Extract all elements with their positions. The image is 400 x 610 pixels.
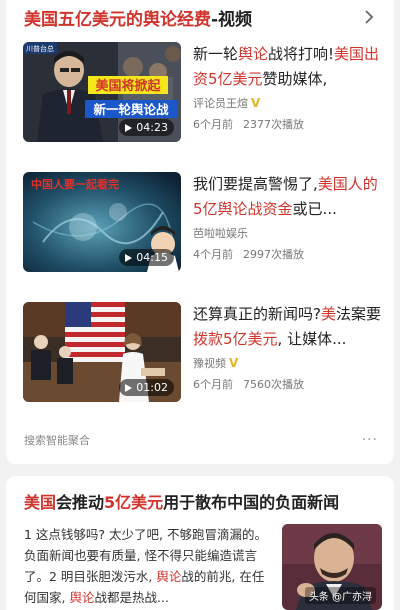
highlight-text: 舆论 bbox=[156, 569, 182, 584]
text-segment: 战都是热战... bbox=[94, 590, 169, 605]
play-icon bbox=[125, 383, 133, 392]
thumb-caption-1: 中国人要一起看完 bbox=[31, 177, 119, 191]
video-title[interactable]: 我们要提高警惕了,美国人的5亿舆论战资金或已... bbox=[193, 172, 385, 222]
video-thumbnail[interactable]: 01:02 bbox=[23, 302, 181, 402]
card-footer: 搜索智能聚合 ··· bbox=[24, 430, 378, 450]
play-count: 2997次播放 bbox=[243, 248, 304, 261]
duration-badge: 04:15 bbox=[119, 249, 174, 266]
duration-badge: 04:23 bbox=[119, 119, 174, 136]
text-segment: 还算真正的新闻吗? bbox=[193, 305, 321, 323]
article-card[interactable]: 美国会推动5亿美元用于散布中国的负面新闻 1 这点钱够吗? 太少了吧, 不够跑冒… bbox=[6, 476, 394, 610]
author-name: 评论员王煊 bbox=[193, 97, 248, 110]
video-author[interactable]: 评论员王煊 V bbox=[193, 95, 260, 111]
card-title: 美国五亿美元的舆论经费-视频 bbox=[24, 5, 252, 30]
text-segment: 用于散布中国的负面新闻 bbox=[163, 493, 340, 512]
time-ago: 4个月前 bbox=[193, 248, 233, 261]
time-ago: 6个月前 bbox=[193, 378, 233, 391]
text-segment: 赞助媒体, bbox=[262, 70, 328, 88]
text-segment: , 让媒体... bbox=[277, 330, 347, 348]
article-thumbnail[interactable]: 头条 @广亦浔 bbox=[282, 524, 382, 610]
thumb-caption-1: 美国将掀起 bbox=[95, 78, 161, 94]
highlight-text: 美国 bbox=[24, 493, 57, 512]
video-meta: 6个月前 2377次播放 bbox=[193, 116, 304, 132]
article-title[interactable]: 美国会推动5亿美元用于散布中国的负面新闻 bbox=[24, 489, 339, 513]
duration-text: 01:02 bbox=[136, 381, 168, 394]
video-item-3[interactable]: 01:02 还算真正的新闻吗?美法案要拨款5亿美元, 让媒体... 豫视频 V … bbox=[23, 302, 385, 402]
card-header[interactable]: 美国五亿美元的舆论经费-视频 bbox=[24, 4, 378, 30]
video-author[interactable]: 豫视频 V bbox=[193, 355, 238, 371]
text-segment: 战将打响! bbox=[268, 45, 335, 63]
video-thumbnail[interactable]: 中国人要一起看完 04:15 bbox=[23, 172, 181, 272]
text-segment: 或已... bbox=[292, 200, 337, 218]
card-title-highlight: 美国五亿美元的舆论经费 bbox=[24, 9, 211, 30]
play-icon bbox=[125, 123, 133, 132]
author-name: 芭啦啦娱乐 bbox=[193, 227, 248, 240]
aggregation-label: 搜索智能聚合 bbox=[24, 434, 90, 447]
play-count: 2377次播放 bbox=[243, 118, 304, 131]
author-name: 豫视频 bbox=[193, 357, 226, 370]
text-segment: 会推动 bbox=[56, 493, 105, 512]
thumb-caption-2: 新一轮舆论战 bbox=[93, 102, 169, 117]
verified-badge-icon: V bbox=[229, 356, 239, 370]
highlight-text: 舆论 bbox=[69, 590, 95, 605]
video-thumbnail[interactable]: 川普台总 美国将掀起 新一轮舆论战 04:23 bbox=[23, 42, 181, 142]
duration-text: 04:23 bbox=[136, 121, 168, 134]
text-segment: 我们要提高警惕了, bbox=[193, 175, 318, 193]
video-item-1[interactable]: 川普台总 美国将掀起 新一轮舆论战 04:23 新一轮舆论战将打响!美国出资5亿… bbox=[23, 42, 385, 142]
flag-graphic bbox=[65, 302, 125, 362]
verified-badge-icon: V bbox=[251, 96, 261, 110]
chevron-right-icon[interactable] bbox=[360, 7, 378, 27]
play-icon bbox=[125, 253, 133, 262]
duration-text: 04:15 bbox=[136, 251, 168, 264]
highlight-text: 5亿美元 bbox=[104, 493, 164, 512]
highlight-text: 舆论 bbox=[238, 45, 269, 63]
video-author[interactable]: 芭啦啦娱乐 bbox=[193, 225, 248, 241]
highlight-text: 拨款5亿美元 bbox=[193, 330, 278, 348]
video-meta: 4个月前 2997次播放 bbox=[193, 246, 304, 262]
text-segment: 新一轮 bbox=[193, 45, 239, 63]
duration-badge: 01:02 bbox=[119, 379, 174, 396]
video-item-2[interactable]: 中国人要一起看完 04:15 我们要提高警惕了,美国人的5亿舆论战资金或已...… bbox=[23, 172, 385, 272]
thumb-corner-text: 川普台总 bbox=[26, 44, 54, 53]
video-title[interactable]: 新一轮舆论战将打响!美国出资5亿美元赞助媒体, bbox=[193, 42, 385, 92]
play-count: 7560次播放 bbox=[243, 378, 304, 391]
article-snippet: 1 这点钱够吗? 太少了吧, 不够跑冒滴漏的。负面新闻也要有质量, 怪不得只能编… bbox=[24, 524, 276, 608]
video-results-card: 美国五亿美元的舆论经费-视频 川普台总 美国将掀起 新一轮舆论战 04:23 新… bbox=[6, 0, 394, 464]
text-segment: 法案要 bbox=[335, 305, 381, 323]
watermark: 头条 @广亦浔 bbox=[304, 587, 376, 604]
video-title[interactable]: 还算真正的新闻吗?美法案要拨款5亿美元, 让媒体... bbox=[193, 302, 385, 352]
more-options-icon[interactable]: ··· bbox=[362, 433, 378, 447]
video-meta: 6个月前 7560次播放 bbox=[193, 376, 304, 392]
card-title-suffix: -视频 bbox=[211, 9, 253, 30]
time-ago: 6个月前 bbox=[193, 118, 233, 131]
highlight-text: 美 bbox=[320, 305, 336, 323]
